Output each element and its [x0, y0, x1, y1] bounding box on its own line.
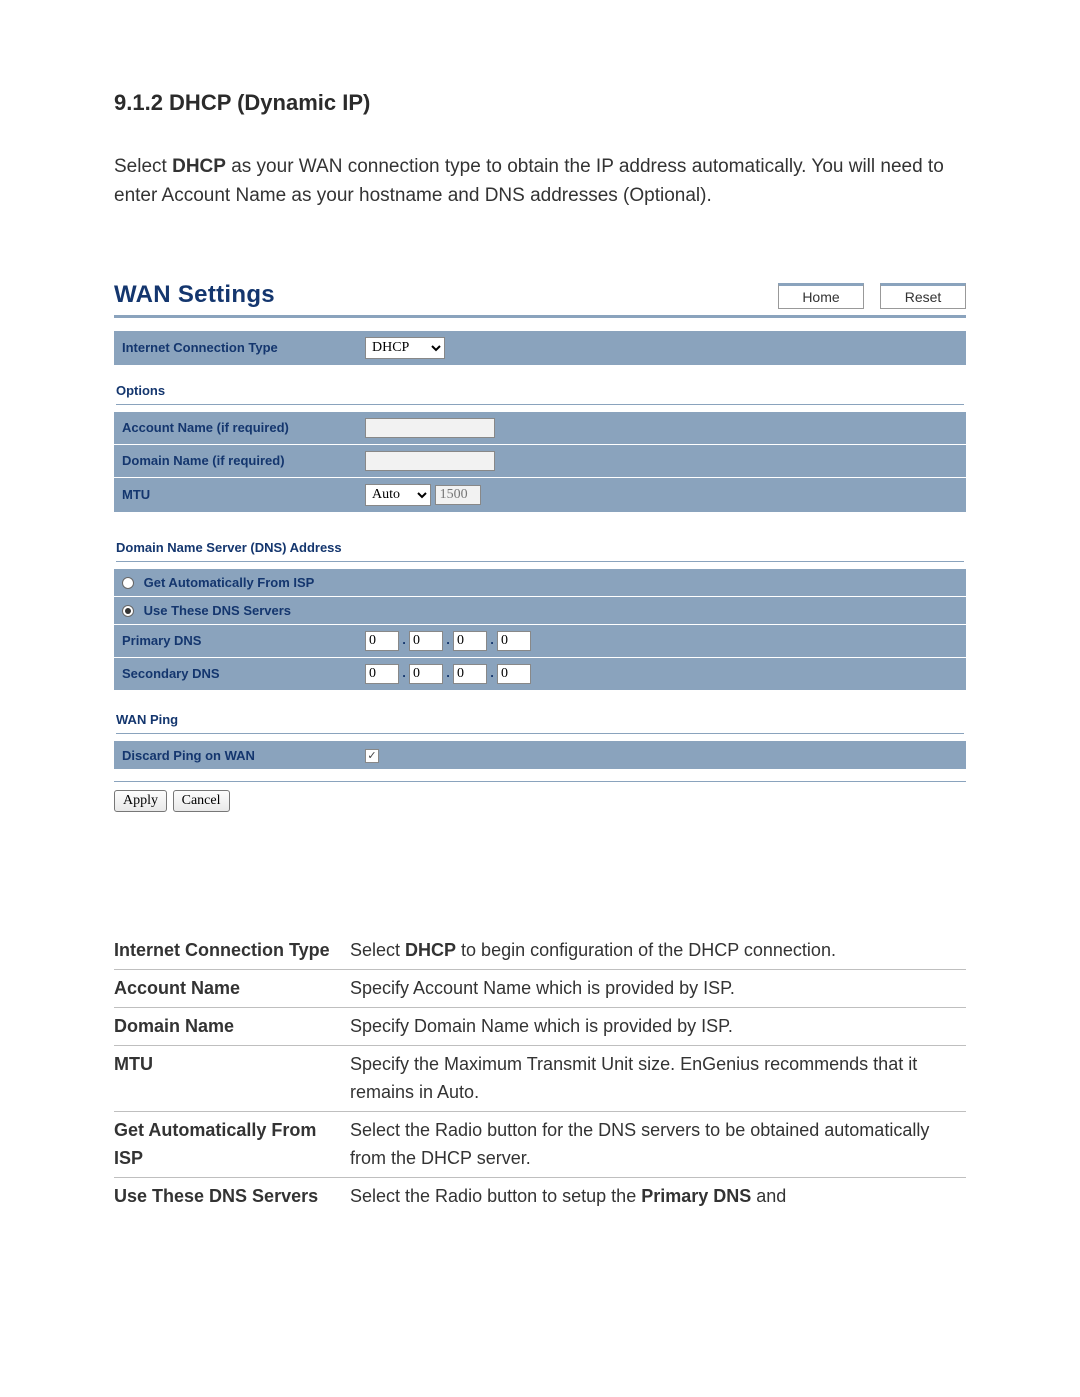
secondary-dns-oct2[interactable]: [409, 664, 443, 684]
options-heading: Options: [116, 383, 964, 405]
mtu-value-input[interactable]: [435, 485, 481, 505]
desc-val: Specify Account Name which is provided b…: [350, 970, 966, 1008]
secondary-dns-oct4[interactable]: [497, 664, 531, 684]
domain-name-input[interactable]: [365, 451, 495, 471]
dot-icon: .: [487, 632, 497, 647]
wanping-table: Discard Ping on WAN: [114, 740, 966, 770]
primary-dns-oct1[interactable]: [365, 631, 399, 651]
options-table: Account Name (if required) Domain Name (…: [114, 411, 966, 512]
desc-val: Specify the Maximum Transmit Unit size. …: [350, 1046, 966, 1112]
discard-ping-checkbox[interactable]: [365, 749, 379, 763]
dot-icon: .: [399, 632, 409, 647]
account-name-label: Account Name (if required): [114, 411, 357, 444]
section-heading: 9.1.2 DHCP (Dynamic IP): [114, 90, 966, 116]
desc-val: Select the Radio button for the DNS serv…: [350, 1111, 966, 1177]
primary-dns-oct3[interactable]: [453, 631, 487, 651]
desc-key: Domain Name: [114, 1008, 350, 1046]
dot-icon: .: [399, 665, 409, 680]
primary-dns-oct4[interactable]: [497, 631, 531, 651]
intro-text-bold: DHCP: [172, 156, 226, 177]
intro-text-pre: Select: [114, 156, 172, 177]
mtu-mode-select[interactable]: Auto: [365, 484, 431, 506]
mtu-label: MTU: [114, 477, 357, 512]
table-row: Use These DNS Servers Select the Radio b…: [114, 1177, 966, 1214]
desc-key: Account Name: [114, 970, 350, 1008]
desc-key: MTU: [114, 1046, 350, 1112]
dns-manual-label: Use These DNS Servers: [144, 603, 291, 618]
dns-auto-radio[interactable]: [122, 577, 134, 589]
reset-button[interactable]: Reset: [880, 283, 966, 309]
desc-key: Internet Connection Type: [114, 932, 350, 969]
table-row: Get Automatically From ISP Select the Ra…: [114, 1111, 966, 1177]
panel-title: WAN Settings: [114, 281, 275, 309]
cancel-button[interactable]: Cancel: [173, 790, 230, 812]
table-row: Internet Connection Type Select DHCP to …: [114, 932, 966, 969]
dot-icon: .: [443, 665, 453, 680]
account-name-input[interactable]: [365, 418, 495, 438]
home-button[interactable]: Home: [778, 283, 864, 309]
panel-header: WAN Settings Home Reset: [114, 281, 966, 318]
apply-button[interactable]: Apply: [114, 790, 167, 812]
wanping-heading: WAN Ping: [116, 712, 964, 734]
intro-text-post: as your WAN connection type to obtain th…: [114, 156, 944, 206]
connection-type-row: Internet Connection Type DHCP: [114, 330, 966, 365]
secondary-dns-oct3[interactable]: [453, 664, 487, 684]
domain-name-label: Domain Name (if required): [114, 444, 357, 477]
secondary-dns-label: Secondary DNS: [114, 657, 357, 690]
dns-manual-radio[interactable]: [122, 605, 134, 617]
desc-key: Use These DNS Servers: [114, 1177, 350, 1214]
connection-type-select[interactable]: DHCP: [365, 337, 445, 359]
primary-dns-oct2[interactable]: [409, 631, 443, 651]
dns-table: Get Automatically From ISP Use These DNS…: [114, 568, 966, 690]
wan-settings-panel: WAN Settings Home Reset Internet Connect…: [114, 281, 966, 813]
description-table: Internet Connection Type Select DHCP to …: [114, 932, 966, 1214]
dot-icon: .: [443, 632, 453, 647]
desc-val: Select DHCP to begin configuration of th…: [350, 932, 966, 969]
intro-paragraph: Select DHCP as your WAN connection type …: [114, 152, 966, 211]
table-row: Domain Name Specify Domain Name which is…: [114, 1008, 966, 1046]
discard-ping-label: Discard Ping on WAN: [114, 740, 357, 769]
desc-key: Get Automatically From ISP: [114, 1111, 350, 1177]
secondary-dns-oct1[interactable]: [365, 664, 399, 684]
primary-dns-label: Primary DNS: [114, 624, 357, 657]
desc-val: Select the Radio button to setup the Pri…: [350, 1177, 966, 1214]
dns-auto-label: Get Automatically From ISP: [144, 575, 315, 590]
dot-icon: .: [487, 665, 497, 680]
connection-type-label: Internet Connection Type: [114, 330, 357, 365]
table-row: Account Name Specify Account Name which …: [114, 970, 966, 1008]
table-row: MTU Specify the Maximum Transmit Unit si…: [114, 1046, 966, 1112]
dns-heading: Domain Name Server (DNS) Address: [116, 540, 964, 562]
desc-val: Specify Domain Name which is provided by…: [350, 1008, 966, 1046]
